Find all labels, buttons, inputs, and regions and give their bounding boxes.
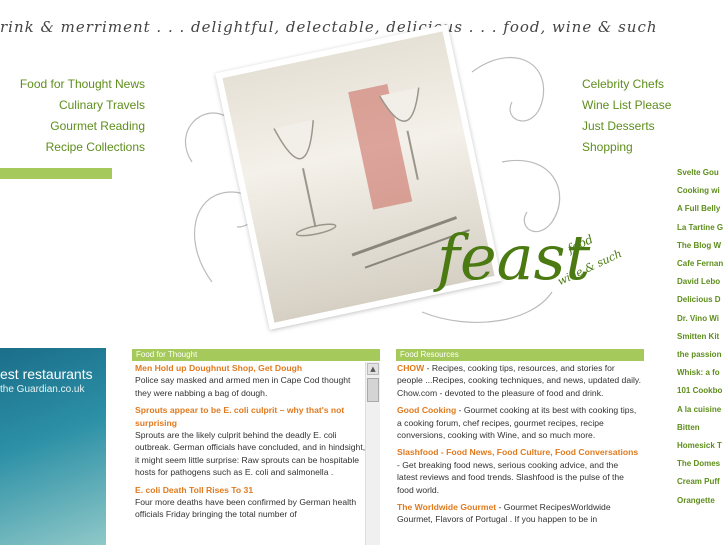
news-item: E. coli Death Toll Rises To 31 Four more… bbox=[135, 484, 367, 521]
resource-description: - Get breaking food news, serious cookin… bbox=[397, 459, 624, 495]
blogroll-link[interactable]: Svelte Gou bbox=[677, 164, 727, 182]
blogroll-link[interactable]: Cooking wi bbox=[677, 182, 727, 200]
resource-description: - Recipes, cooking tips, resources, and … bbox=[397, 363, 641, 398]
accent-bar bbox=[0, 168, 112, 179]
blogroll-link[interactable]: Bitten bbox=[677, 419, 727, 437]
guardian-ad-banner[interactable]: est restaurants the Guardian.co.uk bbox=[0, 348, 106, 545]
feed-scrollbar[interactable]: ▲ bbox=[365, 362, 380, 545]
nav-link-gourmet-reading[interactable]: Gourmet Reading bbox=[20, 116, 145, 137]
blogroll-link[interactable]: Dr. Vino Wi bbox=[677, 310, 727, 328]
resource-item: The Worldwide Gourmet - Gourmet RecipesW… bbox=[397, 501, 641, 526]
news-headline-link[interactable]: Men Hold up Doughnut Shop, Get Dough bbox=[135, 363, 302, 373]
blogroll-link[interactable]: A la cuisine bbox=[677, 401, 727, 419]
brand-logo: feast food wine & such bbox=[437, 227, 624, 327]
news-headline-link[interactable]: Sprouts appear to be E. coli culprit – w… bbox=[135, 405, 344, 427]
resource-item: Good Cooking - Gourmet cooking at its be… bbox=[397, 404, 641, 441]
news-item: Sprouts appear to be E. coli culprit – w… bbox=[135, 404, 367, 478]
food-for-thought-feed: Men Hold up Doughnut Shop, Get Dough Pol… bbox=[132, 362, 367, 545]
blogroll-link[interactable]: Whisk: a fo bbox=[677, 364, 727, 382]
blogroll-link[interactable]: The Domes bbox=[677, 455, 727, 473]
nav-link-food-for-thought-news[interactable]: Food for Thought News bbox=[20, 74, 145, 95]
news-item: Men Hold up Doughnut Shop, Get Dough Pol… bbox=[135, 362, 367, 399]
blogroll-link[interactable]: the passion bbox=[677, 346, 727, 364]
blogroll-link[interactable]: Homesick T bbox=[677, 437, 727, 455]
scroll-up-icon[interactable]: ▲ bbox=[367, 363, 379, 375]
blogroll-link[interactable]: The Blog W bbox=[677, 237, 727, 255]
blogroll-link[interactable]: Cafe Fernan bbox=[677, 255, 727, 273]
news-summary: Police say masked and armed men in Cape … bbox=[135, 375, 351, 398]
scrollbar-thumb[interactable] bbox=[367, 378, 379, 402]
resource-item: CHOW - Recipes, cooking tips, resources,… bbox=[397, 362, 641, 399]
ad-subtitle: the Guardian.co.uk bbox=[0, 384, 85, 395]
food-resources-header: Food Resources bbox=[396, 349, 644, 361]
hero-graphic: feast food wine & such bbox=[172, 24, 624, 332]
resource-link[interactable]: CHOW bbox=[397, 363, 424, 373]
resource-item: Slashfood - Food News, Food Culture, Foo… bbox=[397, 446, 641, 496]
news-headline-link[interactable]: E. coli Death Toll Rises To 31 bbox=[135, 485, 253, 495]
nav-link-recipe-collections[interactable]: Recipe Collections bbox=[20, 137, 145, 158]
blogroll-link[interactable]: A Full Belly bbox=[677, 200, 727, 218]
nav-link-culinary-travels[interactable]: Culinary Travels bbox=[20, 95, 145, 116]
blogroll-link[interactable]: Orangette bbox=[677, 492, 727, 510]
blogroll-link[interactable]: Delicious D bbox=[677, 291, 727, 309]
resource-link[interactable]: Good Cooking bbox=[397, 405, 456, 415]
blogroll-link[interactable]: Smitten Kit bbox=[677, 328, 727, 346]
blogroll-link[interactable]: David Lebo bbox=[677, 273, 727, 291]
resource-link[interactable]: The Worldwide Gourmet bbox=[397, 502, 496, 512]
news-summary: Four more deaths have been confirmed by … bbox=[135, 497, 357, 520]
blogroll-link[interactable]: Cream Puff bbox=[677, 473, 727, 491]
news-summary: Sprouts are the likely culprit behind th… bbox=[135, 430, 366, 478]
food-resources-list: CHOW - Recipes, cooking tips, resources,… bbox=[397, 362, 641, 545]
blogroll: Svelte Gou Cooking wi A Full Belly La Ta… bbox=[677, 164, 727, 510]
left-nav: Food for Thought News Culinary Travels G… bbox=[20, 74, 145, 158]
resource-link[interactable]: Slashfood - Food News, Food Culture, Foo… bbox=[397, 447, 638, 457]
blogroll-link[interactable]: La Tartine G bbox=[677, 219, 727, 237]
food-for-thought-header: Food for Thought bbox=[132, 349, 380, 361]
ad-title: est restaurants bbox=[0, 366, 93, 382]
blogroll-link[interactable]: 101 Cookbo bbox=[677, 382, 727, 400]
